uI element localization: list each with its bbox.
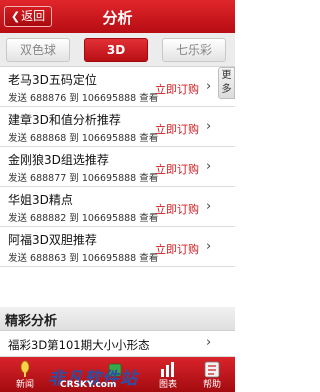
nav-help-label: 帮助 xyxy=(202,380,221,390)
nav-news[interactable]: 新闻 xyxy=(0,357,50,392)
list-item[interactable]: 金刚狼3D组选推荐 发送 688877 到 106695888 查看 立即订购 … xyxy=(0,147,235,187)
item-title: 老马3D五码定位 xyxy=(8,73,97,87)
list-item[interactable]: 阿福3D双胆推荐 发送 688863 到 106695888 查看 立即订购 › xyxy=(0,227,235,267)
chevron-right-icon: › xyxy=(206,199,212,214)
item-title: 建章3D和值分析推荐 xyxy=(8,113,121,127)
chevron-right-icon: › xyxy=(206,119,212,134)
list-item[interactable]: 老马3D五码定位 发送 688876 到 106695888 查看 立即订购 › xyxy=(0,67,235,107)
order-now-link[interactable]: 立即订购 xyxy=(155,121,199,137)
article-row[interactable]: 福彩3D第101期大小小形态 › xyxy=(0,331,235,357)
lottery-tabs: 双色球 3D 七乐彩 xyxy=(0,33,235,67)
tab-ssq[interactable]: 双色球 xyxy=(6,38,70,62)
tab-3d[interactable]: 3D xyxy=(84,38,148,62)
item-subtitle: 发送 688868 到 106695888 查看 xyxy=(8,133,159,144)
article-title: 福彩3D第101期大小小形态 xyxy=(8,338,150,352)
chevron-right-icon: › xyxy=(206,239,212,254)
chevron-right-icon: › xyxy=(206,79,212,94)
order-now-link[interactable]: 立即订购 xyxy=(155,201,199,217)
tab-qlc[interactable]: 七乐彩 xyxy=(162,38,226,62)
order-now-link[interactable]: 立即订购 xyxy=(155,241,199,257)
list-item[interactable]: 华姐3D精点 发送 688882 到 106695888 查看 立即订购 › xyxy=(0,187,235,227)
watermark-sub: CRSKY.com xyxy=(60,380,117,390)
item-title: 阿福3D双胆推荐 xyxy=(8,233,97,247)
order-now-link[interactable]: 立即订购 xyxy=(155,161,199,177)
top-bar: ❮返回 分析 xyxy=(0,0,235,33)
nav-news-label: 新闻 xyxy=(15,380,34,390)
section-title: 精彩分析 xyxy=(5,314,58,329)
list-item[interactable]: 建章3D和值分析推荐 发送 688868 到 106695888 查看 立即订购… xyxy=(0,107,235,147)
nav-help[interactable]: 帮助 xyxy=(194,357,230,392)
item-subtitle: 发送 688882 到 106695888 查看 xyxy=(8,213,159,224)
item-title: 金刚狼3D组选推荐 xyxy=(8,153,109,167)
order-now-link[interactable]: 立即订购 xyxy=(155,81,199,97)
item-subtitle: 发送 688876 到 106695888 查看 xyxy=(8,93,159,104)
subscription-list: 老马3D五码定位 发送 688876 到 106695888 查看 立即订购 ›… xyxy=(0,67,235,267)
chevron-right-icon: › xyxy=(206,159,212,174)
section-header: 精彩分析 xyxy=(0,307,235,331)
microphone-icon xyxy=(20,360,30,377)
chevron-right-icon: › xyxy=(206,335,212,350)
item-title: 华姐3D精点 xyxy=(8,193,73,207)
help-icon xyxy=(204,361,220,378)
item-subtitle: 发送 688877 到 106695888 查看 xyxy=(8,173,159,184)
page-title: 分析 xyxy=(102,9,133,27)
more-button[interactable]: 更多 xyxy=(218,67,235,99)
item-subtitle: 发送 688863 到 106695888 查看 xyxy=(8,253,159,264)
